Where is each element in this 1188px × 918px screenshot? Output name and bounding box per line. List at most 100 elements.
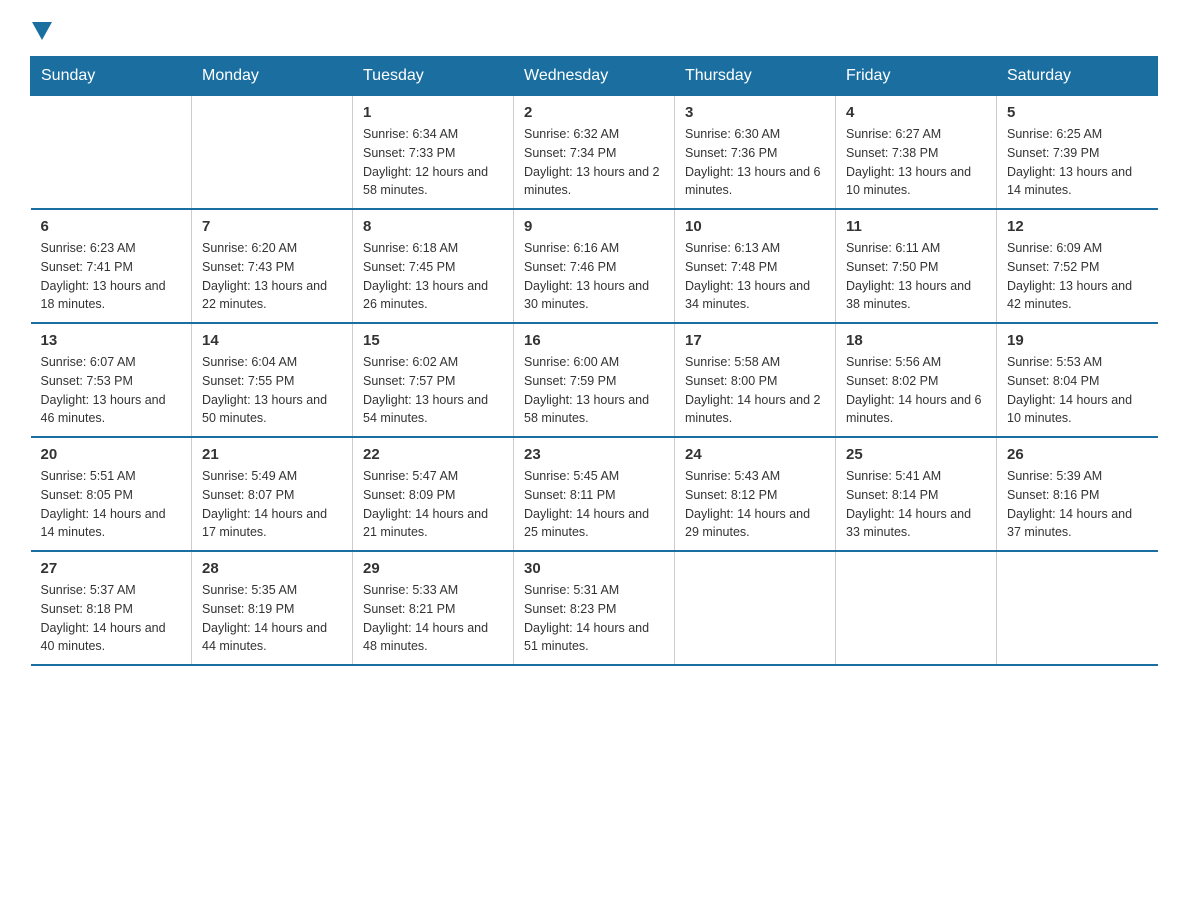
calendar-cell: 10 Sunrise: 6:13 AM Sunset: 7:48 PM Dayli… <box>675 209 836 323</box>
calendar-cell: 18 Sunrise: 5:56 AM Sunset: 8:02 PM Dayli… <box>836 323 997 437</box>
day-number: 14 <box>202 332 342 349</box>
day-number: 1 <box>363 104 503 121</box>
day-number: 19 <box>1007 332 1148 349</box>
day-number: 9 <box>524 218 664 235</box>
calendar-cell: 9 Sunrise: 6:16 AM Sunset: 7:46 PM Daylig… <box>514 209 675 323</box>
day-info: Sunrise: 6:07 AM Sunset: 7:53 PM Dayligh… <box>41 353 182 428</box>
day-info: Sunrise: 5:43 AM Sunset: 8:12 PM Dayligh… <box>685 467 825 542</box>
calendar-cell: 19Sunrise: 5:53 AM Sunset: 8:04 PM Dayli… <box>997 323 1158 437</box>
header-cell-thursday: Thursday <box>675 57 836 96</box>
calendar-cell: 20Sunrise: 5:51 AM Sunset: 8:05 PM Dayli… <box>31 437 192 551</box>
calendar-cell: 4 Sunrise: 6:27 AM Sunset: 7:38 PM Daylig… <box>836 96 997 210</box>
day-number: 2 <box>524 104 664 121</box>
logo <box>30 20 52 36</box>
day-info: Sunrise: 5:37 AM Sunset: 8:18 PM Dayligh… <box>41 581 182 656</box>
calendar-cell: 26 Sunrise: 5:39 AM Sunset: 8:16 PM Dayli… <box>997 437 1158 551</box>
day-info: Sunrise: 6:20 AM Sunset: 7:43 PM Dayligh… <box>202 239 342 314</box>
day-number: 30 <box>524 560 664 577</box>
calendar-cell: 30 Sunrise: 5:31 AM Sunset: 8:23 PM Dayli… <box>514 551 675 665</box>
day-number: 3 <box>685 104 825 121</box>
day-info: Sunrise: 5:51 AM Sunset: 8:05 PM Dayligh… <box>41 467 182 542</box>
day-info: Sunrise: 5:35 AM Sunset: 8:19 PM Dayligh… <box>202 581 342 656</box>
calendar-cell: 14 Sunrise: 6:04 AM Sunset: 7:55 PM Dayli… <box>192 323 353 437</box>
calendar-week-row: 20Sunrise: 5:51 AM Sunset: 8:05 PM Dayli… <box>31 437 1158 551</box>
day-info: Sunrise: 5:41 AM Sunset: 8:14 PM Dayligh… <box>846 467 986 542</box>
calendar-cell: 24 Sunrise: 5:43 AM Sunset: 8:12 PM Dayli… <box>675 437 836 551</box>
day-number: 23 <box>524 446 664 463</box>
header-cell-saturday: Saturday <box>997 57 1158 96</box>
day-number: 13 <box>41 332 182 349</box>
day-info: Sunrise: 6:00 AM Sunset: 7:59 PM Dayligh… <box>524 353 664 428</box>
day-info: Sunrise: 5:45 AM Sunset: 8:11 PM Dayligh… <box>524 467 664 542</box>
day-number: 22 <box>363 446 503 463</box>
day-number: 5 <box>1007 104 1148 121</box>
calendar-cell: 21Sunrise: 5:49 AM Sunset: 8:07 PM Dayli… <box>192 437 353 551</box>
calendar-cell <box>836 551 997 665</box>
day-number: 17 <box>685 332 825 349</box>
day-number: 10 <box>685 218 825 235</box>
page-header <box>30 20 1158 36</box>
day-info: Sunrise: 5:33 AM Sunset: 8:21 PM Dayligh… <box>363 581 503 656</box>
day-info: Sunrise: 6:11 AM Sunset: 7:50 PM Dayligh… <box>846 239 986 314</box>
day-number: 15 <box>363 332 503 349</box>
day-number: 18 <box>846 332 986 349</box>
header-cell-friday: Friday <box>836 57 997 96</box>
calendar-cell: 1 Sunrise: 6:34 AM Sunset: 7:33 PM Daylig… <box>353 96 514 210</box>
calendar-cell: 28 Sunrise: 5:35 AM Sunset: 8:19 PM Dayli… <box>192 551 353 665</box>
day-number: 16 <box>524 332 664 349</box>
day-info: Sunrise: 6:09 AM Sunset: 7:52 PM Dayligh… <box>1007 239 1148 314</box>
calendar-cell <box>31 96 192 210</box>
header-cell-sunday: Sunday <box>31 57 192 96</box>
logo-triangle-icon <box>32 22 52 40</box>
day-info: Sunrise: 6:30 AM Sunset: 7:36 PM Dayligh… <box>685 125 825 200</box>
header-cell-wednesday: Wednesday <box>514 57 675 96</box>
day-number: 29 <box>363 560 503 577</box>
day-number: 11 <box>846 218 986 235</box>
day-info: Sunrise: 6:34 AM Sunset: 7:33 PM Dayligh… <box>363 125 503 200</box>
calendar-cell <box>997 551 1158 665</box>
day-info: Sunrise: 6:13 AM Sunset: 7:48 PM Dayligh… <box>685 239 825 314</box>
day-number: 28 <box>202 560 342 577</box>
calendar-cell: 23 Sunrise: 5:45 AM Sunset: 8:11 PM Dayli… <box>514 437 675 551</box>
day-info: Sunrise: 5:56 AM Sunset: 8:02 PM Dayligh… <box>846 353 986 428</box>
day-info: Sunrise: 5:47 AM Sunset: 8:09 PM Dayligh… <box>363 467 503 542</box>
day-info: Sunrise: 6:04 AM Sunset: 7:55 PM Dayligh… <box>202 353 342 428</box>
day-info: Sunrise: 6:16 AM Sunset: 7:46 PM Dayligh… <box>524 239 664 314</box>
calendar-cell <box>675 551 836 665</box>
calendar-week-row: 6Sunrise: 6:23 AM Sunset: 7:41 PM Daylig… <box>31 209 1158 323</box>
day-number: 25 <box>846 446 986 463</box>
day-number: 4 <box>846 104 986 121</box>
calendar-cell: 17 Sunrise: 5:58 AM Sunset: 8:00 PM Dayli… <box>675 323 836 437</box>
calendar-week-row: 27 Sunrise: 5:37 AM Sunset: 8:18 PM Dayli… <box>31 551 1158 665</box>
calendar-cell: 5 Sunrise: 6:25 AM Sunset: 7:39 PM Daylig… <box>997 96 1158 210</box>
calendar-cell: 27 Sunrise: 5:37 AM Sunset: 8:18 PM Dayli… <box>31 551 192 665</box>
calendar-cell: 12 Sunrise: 6:09 AM Sunset: 7:52 PM Dayli… <box>997 209 1158 323</box>
calendar-cell: 8 Sunrise: 6:18 AM Sunset: 7:45 PM Daylig… <box>353 209 514 323</box>
day-number: 8 <box>363 218 503 235</box>
day-number: 12 <box>1007 218 1148 235</box>
header-cell-monday: Monday <box>192 57 353 96</box>
day-info: Sunrise: 6:18 AM Sunset: 7:45 PM Dayligh… <box>363 239 503 314</box>
day-number: 24 <box>685 446 825 463</box>
day-info: Sunrise: 5:39 AM Sunset: 8:16 PM Dayligh… <box>1007 467 1148 542</box>
calendar-week-row: 13 Sunrise: 6:07 AM Sunset: 7:53 PM Dayli… <box>31 323 1158 437</box>
calendar-cell: 22 Sunrise: 5:47 AM Sunset: 8:09 PM Dayli… <box>353 437 514 551</box>
calendar-week-row: 1 Sunrise: 6:34 AM Sunset: 7:33 PM Daylig… <box>31 96 1158 210</box>
day-info: Sunrise: 6:27 AM Sunset: 7:38 PM Dayligh… <box>846 125 986 200</box>
calendar-cell <box>192 96 353 210</box>
calendar-cell: 7 Sunrise: 6:20 AM Sunset: 7:43 PM Daylig… <box>192 209 353 323</box>
calendar-cell: 29 Sunrise: 5:33 AM Sunset: 8:21 PM Dayli… <box>353 551 514 665</box>
calendar-table: SundayMondayTuesdayWednesdayThursdayFrid… <box>30 56 1158 666</box>
day-info: Sunrise: 5:31 AM Sunset: 8:23 PM Dayligh… <box>524 581 664 656</box>
day-number: 7 <box>202 218 342 235</box>
day-info: Sunrise: 6:32 AM Sunset: 7:34 PM Dayligh… <box>524 125 664 200</box>
day-number: 27 <box>41 560 182 577</box>
calendar-header-row: SundayMondayTuesdayWednesdayThursdayFrid… <box>31 57 1158 96</box>
calendar-cell: 3 Sunrise: 6:30 AM Sunset: 7:36 PM Daylig… <box>675 96 836 210</box>
calendar-cell: 6Sunrise: 6:23 AM Sunset: 7:41 PM Daylig… <box>31 209 192 323</box>
day-info: Sunrise: 5:58 AM Sunset: 8:00 PM Dayligh… <box>685 353 825 428</box>
calendar-cell: 11 Sunrise: 6:11 AM Sunset: 7:50 PM Dayli… <box>836 209 997 323</box>
calendar-cell: 13 Sunrise: 6:07 AM Sunset: 7:53 PM Dayli… <box>31 323 192 437</box>
day-number: 26 <box>1007 446 1148 463</box>
day-info: Sunrise: 6:25 AM Sunset: 7:39 PM Dayligh… <box>1007 125 1148 200</box>
